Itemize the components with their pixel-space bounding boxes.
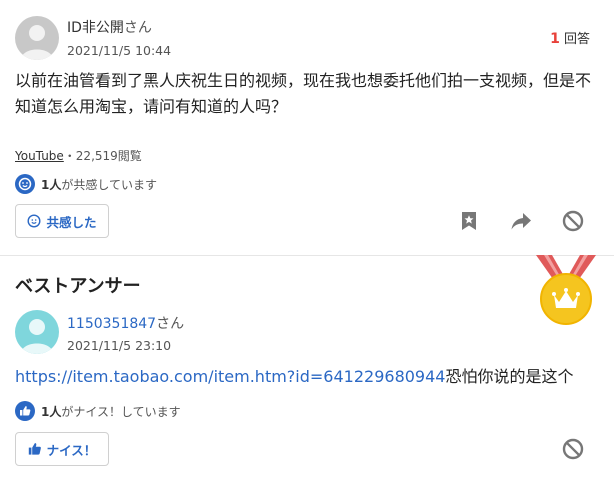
answer-count-label: 回答 <box>563 32 590 47</box>
nice-count: 1人 <box>41 404 62 419</box>
answer-link[interactable]: https://item.taobao.com/item.htm?id=6412… <box>15 367 445 386</box>
section-divider <box>0 255 614 256</box>
best-answer-medal-icon <box>534 255 598 325</box>
questioner-avatar <box>15 16 59 60</box>
answer-body: https://item.taobao.com/item.htm?id=6412… <box>15 364 605 390</box>
empathy-button-label: 共感した <box>46 214 97 230</box>
prohibited-icon <box>562 438 584 460</box>
empathy-count: 1人 <box>41 177 62 192</box>
answer-count: 1 <box>550 31 560 47</box>
nice-button-label: ナイス！ <box>46 442 97 458</box>
answer-report-button[interactable] <box>559 435 587 463</box>
prohibited-icon <box>562 210 584 232</box>
answerer-username[interactable]: 1150351847 <box>67 316 156 332</box>
username-suffix: さん <box>123 20 152 36</box>
smile-icon <box>27 214 41 228</box>
nice-summary: 1人がナイス！しています <box>15 401 181 421</box>
questioner-username: ID非公開 <box>67 20 124 36</box>
question-date: 2021/11/5 10:44 <box>67 43 172 58</box>
empathy-text: が共感しています <box>61 177 158 192</box>
bookmark-star-icon <box>462 212 476 230</box>
report-button[interactable] <box>559 207 587 235</box>
category-link[interactable]: YouTube <box>15 149 64 163</box>
answer-count-badge[interactable]: 1 回答 <box>550 28 590 47</box>
empathy-icon <box>15 174 35 194</box>
best-answer-heading: ベストアンサー <box>15 276 141 297</box>
nice-button[interactable]: ナイス！ <box>15 432 109 466</box>
answer-text: 恐怕你说的是这个 <box>445 367 574 386</box>
default-user-icon <box>21 319 53 354</box>
answerer-name: 1150351847さん <box>67 313 184 333</box>
answerer-avatar <box>15 310 59 354</box>
question-meta: YouTube・22,519閲覧 <box>15 147 142 164</box>
username-suffix: さん <box>156 316 185 332</box>
questioner-name: ID非公開さん <box>67 17 152 37</box>
share-arrow-icon <box>511 213 531 230</box>
default-user-icon <box>21 25 53 60</box>
empathy-button[interactable]: 共感した <box>15 204 109 238</box>
nice-text: がナイス！しています <box>61 404 181 419</box>
share-button[interactable] <box>508 208 534 234</box>
thumbs-up-icon <box>28 443 41 455</box>
view-count: ・22,519閲覧 <box>63 149 142 163</box>
bookmark-button[interactable] <box>456 208 482 234</box>
thumbs-up-circle-icon <box>15 401 35 421</box>
question-body: 以前在油管看到了黑人庆祝生日的视频，现在我也想委托他们拍一支视频，但是不知道怎么… <box>15 71 592 116</box>
empathy-summary: 1人が共感しています <box>15 174 157 194</box>
answer-date: 2021/11/5 23:10 <box>67 338 172 353</box>
